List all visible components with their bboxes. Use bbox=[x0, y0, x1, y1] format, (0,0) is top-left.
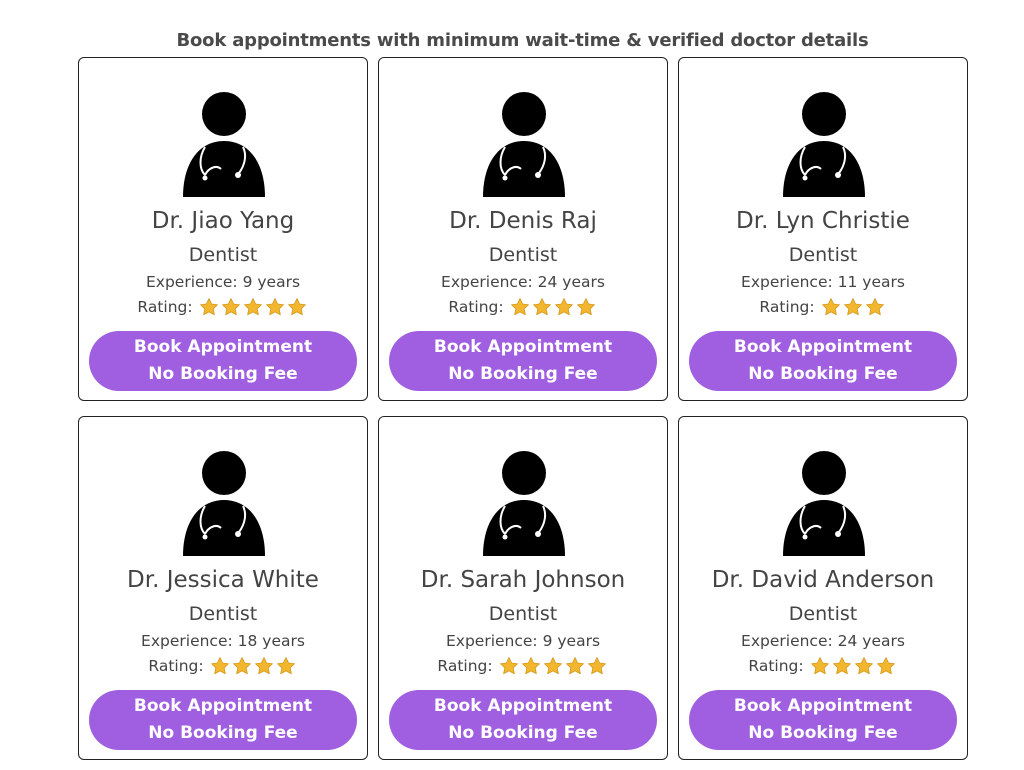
doctor-name: Dr. Jessica White bbox=[127, 567, 319, 593]
doctor-card: Dr. Lyn Christie Dentist Experience: 11 … bbox=[678, 57, 968, 401]
book-appointment-button[interactable]: Book Appointment No Booking Fee bbox=[689, 690, 957, 750]
page-title: Book appointments with minimum wait-time… bbox=[176, 30, 869, 51]
star-icon bbox=[576, 298, 595, 316]
rating-stars bbox=[499, 656, 609, 676]
star-icon bbox=[810, 657, 829, 675]
rating-stars bbox=[510, 297, 598, 317]
star-icon bbox=[243, 298, 262, 316]
star-icon bbox=[510, 298, 529, 316]
book-appointment-button[interactable]: Book Appointment No Booking Fee bbox=[89, 690, 357, 750]
button-line-1: Book Appointment bbox=[133, 337, 313, 357]
doctor-card: Dr. Jiao Yang Dentist Experience: 9 year… bbox=[78, 57, 368, 401]
book-appointment-button[interactable]: Book Appointment No Booking Fee bbox=[89, 331, 357, 391]
book-appointment-button[interactable]: Book Appointment No Booking Fee bbox=[389, 690, 657, 750]
book-appointment-button[interactable]: Book Appointment No Booking Fee bbox=[389, 331, 657, 391]
star-icon bbox=[232, 657, 251, 675]
star-icon bbox=[276, 657, 295, 675]
doctor-name: Dr. Lyn Christie bbox=[736, 208, 910, 234]
rating-stars bbox=[810, 656, 898, 676]
star-icon bbox=[265, 298, 284, 316]
star-icon bbox=[865, 298, 884, 316]
rating-label: Rating: bbox=[748, 657, 804, 675]
doctor-card: Dr. Jessica White Dentist Experience: 18… bbox=[78, 416, 368, 760]
doctor-rating: Rating: bbox=[679, 297, 967, 317]
rating-label: Rating: bbox=[137, 298, 193, 316]
star-icon bbox=[832, 657, 851, 675]
doctor-experience: Experience: 18 years bbox=[141, 632, 305, 650]
doctor-avatar-icon bbox=[783, 92, 865, 197]
star-icon bbox=[199, 298, 218, 316]
doctor-name: Dr. Denis Raj bbox=[449, 208, 597, 234]
doctor-experience: Experience: 24 years bbox=[441, 273, 605, 291]
doctor-specialty: Dentist bbox=[188, 603, 258, 625]
rating-stars bbox=[210, 656, 298, 676]
doctor-specialty: Dentist bbox=[488, 603, 558, 625]
button-line-2: No Booking Fee bbox=[748, 364, 898, 384]
rating-label: Rating: bbox=[148, 657, 204, 675]
button-line-1: Book Appointment bbox=[433, 696, 613, 716]
doctor-avatar-icon bbox=[783, 451, 865, 556]
doctor-avatar-icon bbox=[183, 451, 265, 556]
star-icon bbox=[287, 298, 306, 316]
star-icon bbox=[254, 657, 273, 675]
rating-label: Rating: bbox=[448, 298, 504, 316]
doctor-avatar-icon bbox=[183, 92, 265, 197]
star-icon bbox=[554, 298, 573, 316]
button-line-1: Book Appointment bbox=[733, 696, 913, 716]
doctor-card: Dr. Sarah Johnson Dentist Experience: 9 … bbox=[378, 416, 668, 760]
doctor-name: Dr. David Anderson bbox=[711, 567, 935, 593]
doctor-rating: Rating: bbox=[379, 656, 667, 676]
star-icon bbox=[854, 657, 873, 675]
doctor-specialty: Dentist bbox=[188, 244, 258, 266]
star-icon bbox=[587, 657, 606, 675]
doctor-card: Dr. Denis Raj Dentist Experience: 24 yea… bbox=[378, 57, 668, 401]
rating-stars bbox=[821, 297, 887, 317]
doctor-specialty: Dentist bbox=[488, 244, 558, 266]
rating-stars bbox=[199, 297, 309, 317]
star-icon bbox=[843, 298, 862, 316]
star-icon bbox=[532, 298, 551, 316]
rating-label: Rating: bbox=[437, 657, 493, 675]
doctor-name: Dr. Jiao Yang bbox=[151, 208, 295, 234]
star-icon bbox=[821, 298, 840, 316]
doctor-name: Dr. Sarah Johnson bbox=[420, 567, 626, 593]
button-line-2: No Booking Fee bbox=[448, 364, 598, 384]
button-line-1: Book Appointment bbox=[433, 337, 613, 357]
star-icon bbox=[876, 657, 895, 675]
doctor-rating: Rating: bbox=[379, 297, 667, 317]
star-icon bbox=[210, 657, 229, 675]
button-line-2: No Booking Fee bbox=[748, 723, 898, 743]
star-icon bbox=[543, 657, 562, 675]
doctor-specialty: Dentist bbox=[788, 603, 858, 625]
button-line-1: Book Appointment bbox=[133, 696, 313, 716]
star-icon bbox=[499, 657, 518, 675]
doctor-card: Dr. David Anderson Dentist Experience: 2… bbox=[678, 416, 968, 760]
doctor-rating: Rating: bbox=[79, 297, 367, 317]
doctor-rating: Rating: bbox=[79, 656, 367, 676]
doctor-avatar-icon bbox=[483, 451, 565, 556]
doctor-specialty: Dentist bbox=[788, 244, 858, 266]
doctor-experience: Experience: 24 years bbox=[741, 632, 905, 650]
doctor-experience: Experience: 9 years bbox=[445, 632, 601, 650]
doctor-grid: Dr. Jiao Yang Dentist Experience: 9 year… bbox=[78, 57, 968, 760]
star-icon bbox=[521, 657, 540, 675]
doctor-rating: Rating: bbox=[679, 656, 967, 676]
doctor-experience: Experience: 11 years bbox=[741, 273, 905, 291]
button-line-1: Book Appointment bbox=[733, 337, 913, 357]
star-icon bbox=[565, 657, 584, 675]
button-line-2: No Booking Fee bbox=[148, 364, 298, 384]
rating-label: Rating: bbox=[759, 298, 815, 316]
button-line-2: No Booking Fee bbox=[148, 723, 298, 743]
star-icon bbox=[221, 298, 240, 316]
doctor-avatar-icon bbox=[483, 92, 565, 197]
doctor-experience: Experience: 9 years bbox=[145, 273, 301, 291]
button-line-2: No Booking Fee bbox=[448, 723, 598, 743]
book-appointment-button[interactable]: Book Appointment No Booking Fee bbox=[689, 331, 957, 391]
